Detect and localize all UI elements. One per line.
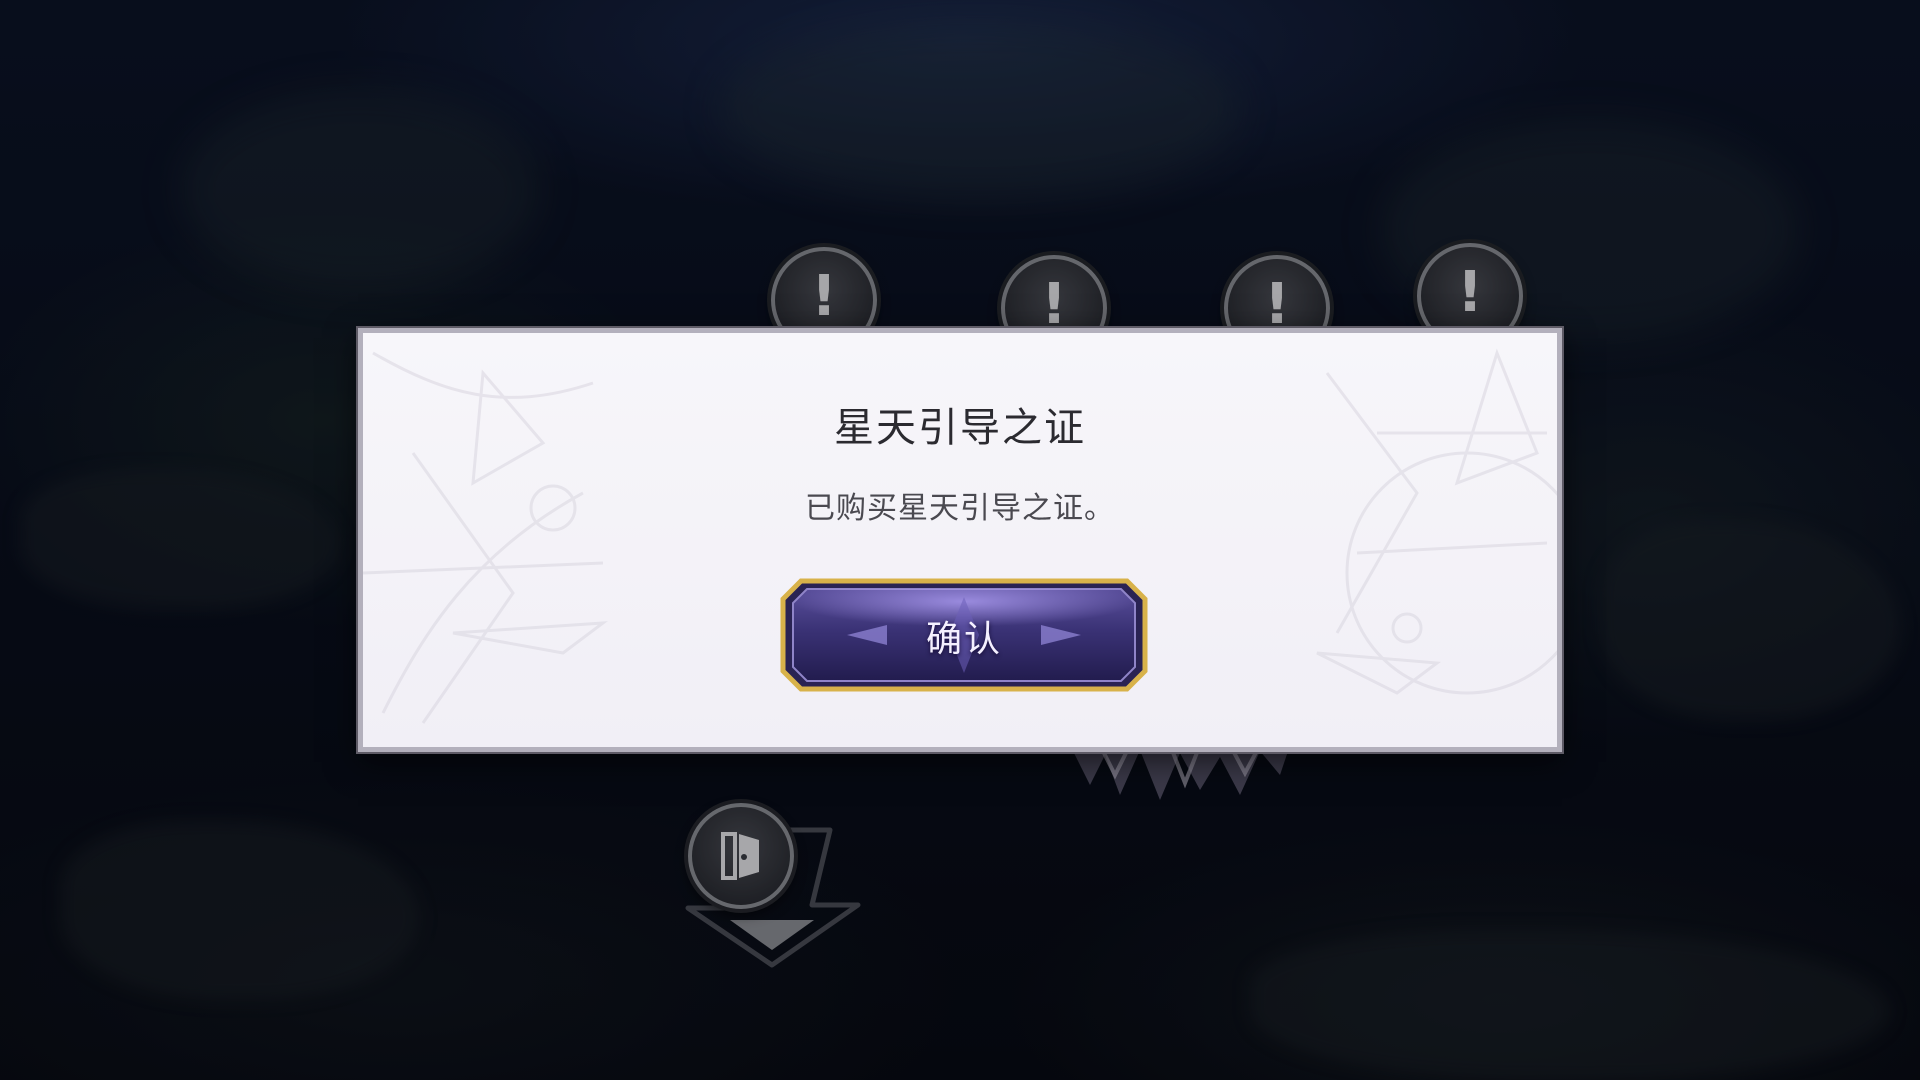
confirm-button[interactable]: 确认 [779,577,1149,693]
purchase-confirmation-dialog: 星天引导之证 已购买星天引导之证。 确认 [358,328,1562,752]
confirm-button-label: 确认 [925,619,1002,660]
dialog-message: 已购买星天引导之证。 [805,491,1115,526]
dialog-title: 星天引导之证 [834,405,1086,451]
game-map-background: ! ! ! ! 星天引导之证 已购买星天引导之证。 确认 [0,0,1920,1080]
